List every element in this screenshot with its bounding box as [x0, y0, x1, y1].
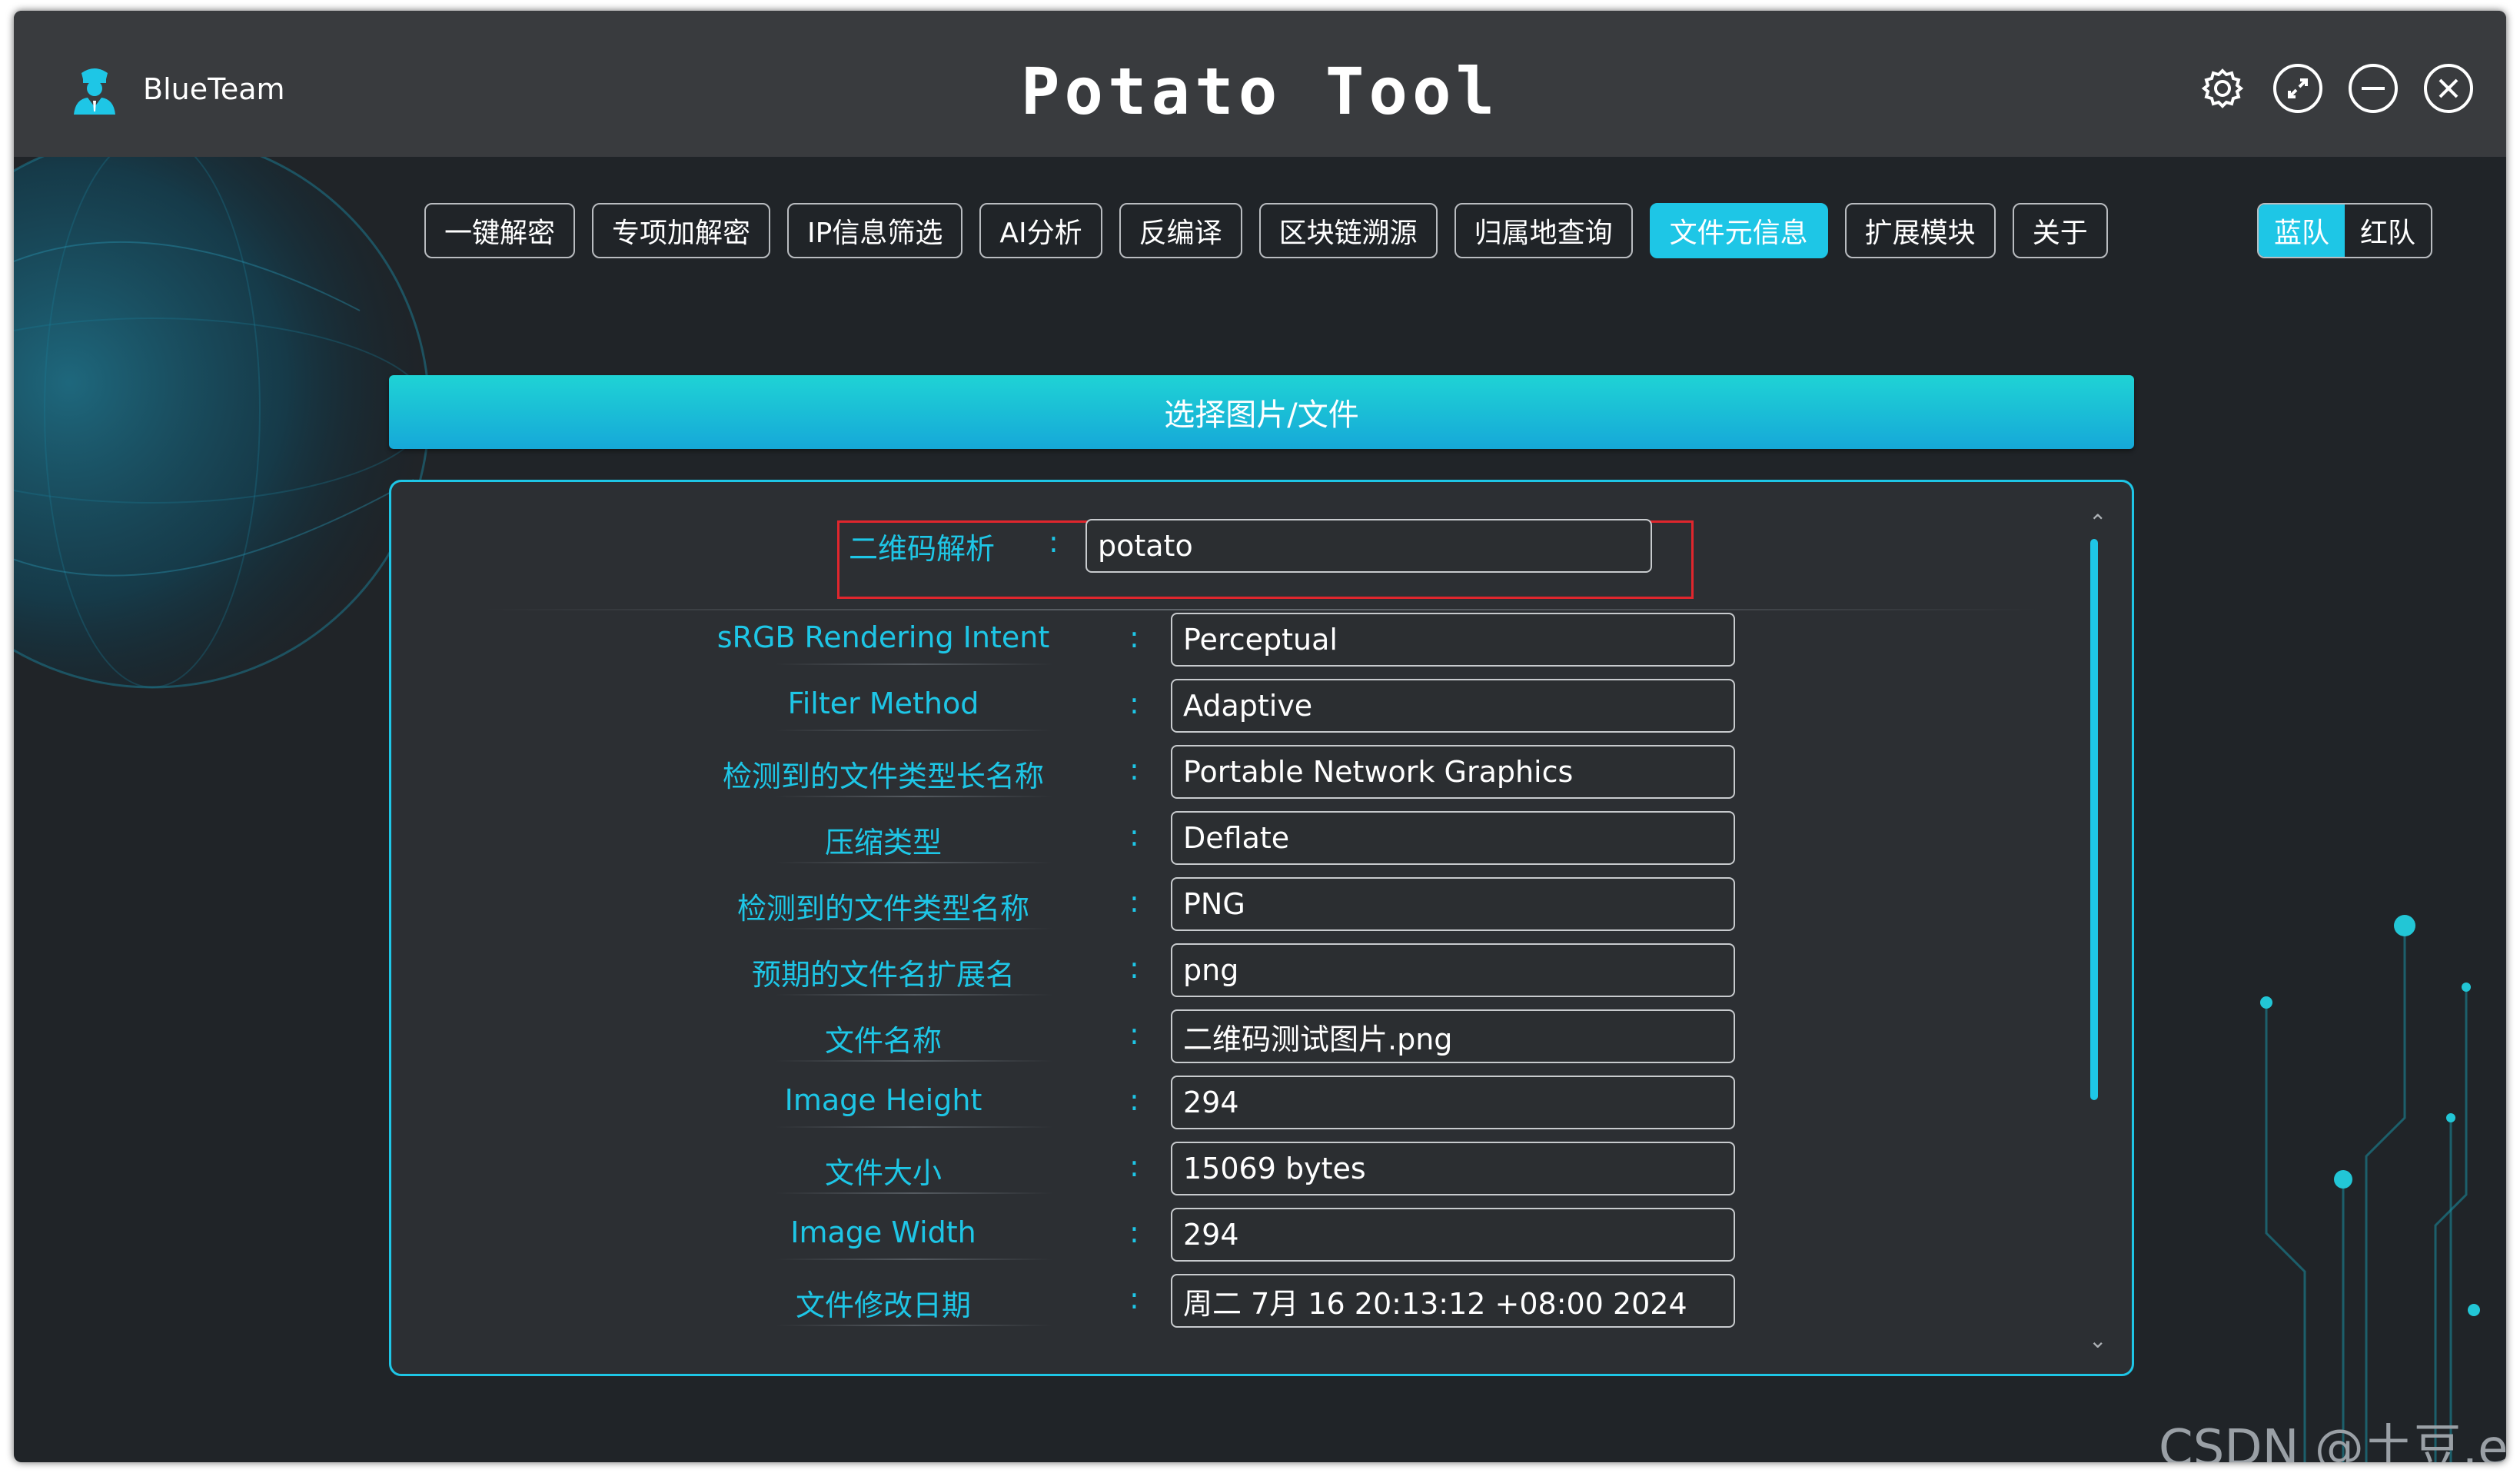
- tab-file-metadata[interactable]: 文件元信息: [1649, 203, 1828, 258]
- field-label: Image Height: [784, 1083, 982, 1117]
- field-label: 预期的文件名扩展名: [751, 958, 1015, 992]
- app-window: BlueTeam Potato Tool 一键解密 专项加解密 IP信息筛选 A…: [14, 11, 2506, 1462]
- field-value[interactable]: 294: [1171, 1208, 1735, 1262]
- field-value[interactable]: 周二 7月 16 20:13:12 +08:00 2024: [1171, 1274, 1735, 1328]
- separator: [484, 609, 2040, 610]
- tab-special-crypto[interactable]: 专项加解密: [592, 203, 771, 258]
- field-label: 压缩类型: [824, 826, 942, 860]
- red-team-button[interactable]: 红队: [2345, 204, 2431, 257]
- maximize-icon[interactable]: [2271, 62, 2325, 115]
- field-colon: :: [1129, 687, 1139, 720]
- qr-result-field[interactable]: potato: [1085, 519, 1652, 573]
- gear-icon[interactable]: [2196, 62, 2249, 115]
- field-label: 文件修改日期: [795, 1288, 971, 1322]
- tab-extensions[interactable]: 扩展模块: [1844, 203, 1996, 258]
- field-colon: :: [1129, 1083, 1139, 1117]
- tab-about[interactable]: 关于: [2012, 203, 2108, 258]
- label-underline: [776, 994, 1052, 996]
- tab-ip-filter[interactable]: IP信息筛选: [787, 203, 963, 258]
- field-value[interactable]: png: [1171, 943, 1735, 997]
- tab-ai-analysis[interactable]: AI分析: [979, 203, 1102, 258]
- field-label: 检测到的文件类型名称: [736, 892, 1029, 926]
- scrollbar-thumb[interactable]: [2090, 539, 2098, 1100]
- tab-blockchain-trace[interactable]: 区块链溯源: [1258, 203, 1438, 258]
- select-file-button[interactable]: 选择图片/文件: [389, 375, 2134, 449]
- field-colon: :: [1129, 1149, 1139, 1183]
- title-bar: BlueTeam Potato Tool: [14, 11, 2506, 157]
- field-colon: :: [1129, 620, 1139, 654]
- label-underline: [776, 1259, 1052, 1260]
- field-value[interactable]: 二维码测试图片.png: [1171, 1009, 1735, 1063]
- field-colon: :: [1129, 951, 1139, 985]
- field-colon: :: [1129, 1282, 1139, 1315]
- field-value[interactable]: 15069 bytes: [1171, 1142, 1735, 1195]
- label-underline: [776, 1325, 1052, 1326]
- watermark: CSDN @土豆.exe: [2159, 1420, 2506, 1462]
- field-colon: :: [1129, 885, 1139, 919]
- field-value[interactable]: Portable Network Graphics: [1171, 745, 1735, 799]
- label-underline: [776, 730, 1052, 731]
- field-value[interactable]: Perceptual: [1171, 613, 1735, 667]
- window-controls: [2196, 62, 2475, 115]
- scroll-down-icon[interactable]: ⌄: [2089, 1328, 2106, 1353]
- field-colon: :: [1129, 1017, 1139, 1051]
- field-label: Filter Method: [787, 687, 979, 720]
- label-underline: [776, 1192, 1052, 1194]
- tab-one-click-decrypt[interactable]: 一键解密: [424, 203, 576, 258]
- tab-location-lookup[interactable]: 归属地查询: [1454, 203, 1633, 258]
- label-underline: [776, 1126, 1052, 1128]
- label-underline: [776, 796, 1052, 797]
- field-label: sRGB Rendering Intent: [716, 620, 1050, 654]
- field-value[interactable]: Adaptive: [1171, 679, 1735, 733]
- nav-tabs: 一键解密 专项加解密 IP信息筛选 AI分析 反编译 区块链溯源 归属地查询 文…: [424, 203, 2108, 258]
- field-label: 文件大小: [824, 1156, 942, 1190]
- label-underline: [776, 1060, 1052, 1062]
- label-underline: [776, 928, 1052, 929]
- tab-decompile[interactable]: 反编译: [1119, 203, 1242, 258]
- qr-label: 二维码解析: [848, 532, 995, 566]
- field-value[interactable]: PNG: [1171, 877, 1735, 931]
- team-toggle: 蓝队 红队: [2257, 203, 2433, 258]
- metadata-panel: 二维码解析 : potato sRGB Rendering Intent: Per…: [389, 480, 2134, 1376]
- field-label: 文件名称: [824, 1024, 942, 1058]
- field-value[interactable]: Deflate: [1171, 811, 1735, 865]
- label-underline: [776, 663, 1052, 665]
- blue-team-button[interactable]: 蓝队: [2259, 204, 2345, 257]
- close-icon[interactable]: [2422, 62, 2475, 115]
- field-colon: :: [1129, 753, 1139, 786]
- minimize-icon[interactable]: [2346, 62, 2400, 115]
- app-title: Potato Tool: [1020, 54, 1500, 129]
- field-label: 检测到的文件类型长名称: [722, 760, 1044, 793]
- field-value[interactable]: 294: [1171, 1076, 1735, 1129]
- field-colon: :: [1129, 1215, 1139, 1249]
- field-label: Image Width: [790, 1215, 976, 1249]
- scroll-up-icon[interactable]: ⌃: [2089, 510, 2106, 535]
- qr-colon: :: [1049, 525, 1059, 559]
- field-colon: :: [1129, 819, 1139, 853]
- label-underline: [776, 862, 1052, 863]
